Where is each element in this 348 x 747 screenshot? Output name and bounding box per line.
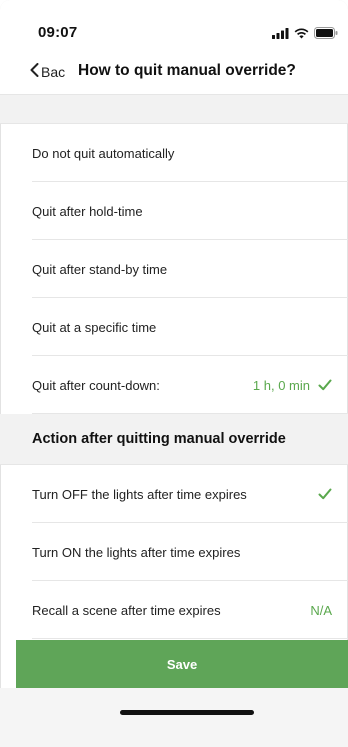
option-value-group: 1 h, 0 min (253, 356, 332, 414)
recall-scene-value: N/A (310, 602, 332, 618)
status-time: 09:07 (38, 24, 78, 41)
top-spacer (0, 95, 348, 124)
option-value-group (318, 465, 332, 523)
options-list: Do not quit automatically Quit after hol… (0, 124, 348, 639)
option-label: Quit after count-down: (32, 377, 160, 393)
option-quit-after-count-down[interactable]: Quit after count-down: 1 h, 0 min (0, 356, 348, 414)
section-header-action: Action after quitting manual override (0, 414, 348, 465)
option-label: Quit after hold-time (32, 203, 143, 219)
save-button[interactable]: Save (16, 640, 348, 688)
option-value-group: N/A (310, 581, 332, 639)
back-button[interactable]: Back (30, 63, 66, 80)
back-label: Back (41, 63, 66, 80)
count-down-value: 1 h, 0 min (252, 377, 310, 393)
option-recall-scene[interactable]: Recall a scene after time expires N/A (0, 581, 348, 639)
home-indicator[interactable] (120, 710, 254, 715)
checkmark-icon (318, 487, 332, 501)
option-quit-after-hold-time[interactable]: Quit after hold-time (0, 182, 348, 240)
option-do-not-quit[interactable]: Do not quit automatically (0, 124, 348, 182)
signal-icon (272, 26, 289, 44)
wifi-icon (294, 26, 309, 44)
checkmark-icon (318, 378, 332, 392)
option-label: Do not quit automatically (32, 145, 175, 161)
option-label: Turn OFF the lights after time expires (32, 486, 247, 502)
status-bar: 09:07 (0, 0, 348, 52)
option-label: Turn ON the lights after time expires (32, 544, 241, 560)
option-label: Recall a scene after time expires (32, 602, 221, 618)
option-turn-off-lights[interactable]: Turn OFF the lights after time expires (0, 465, 348, 523)
option-label: Quit at a specific time (32, 319, 157, 335)
option-turn-on-lights[interactable]: Turn ON the lights after time expires (0, 523, 348, 581)
option-quit-after-stand-by[interactable]: Quit after stand-by time (0, 240, 348, 298)
home-indicator-area (0, 688, 348, 747)
option-quit-at-specific-time[interactable]: Quit at a specific time (0, 298, 348, 356)
phone-screen: 09:07 Bac How to quit manual override? D… (0, 0, 348, 747)
page-title: How to quit manual override? (78, 62, 296, 79)
battery-icon (314, 26, 338, 44)
chevron-left-icon (30, 63, 39, 80)
option-label: Quit after stand-by time (32, 261, 168, 277)
status-icons (272, 26, 338, 44)
navigation-bar: Back How to quit manual override? (0, 52, 348, 95)
